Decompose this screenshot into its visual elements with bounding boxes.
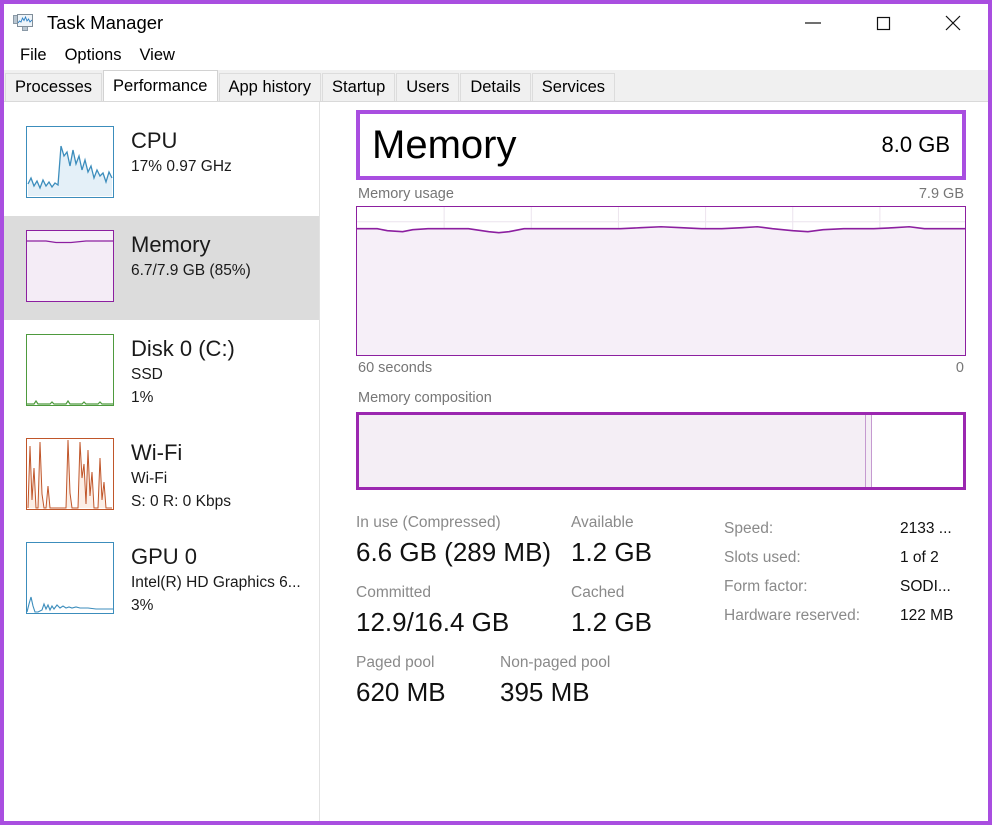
stat-paged-pool: Paged pool 620 MB bbox=[356, 652, 500, 710]
task-manager-icon bbox=[13, 13, 35, 33]
maximize-icon[interactable] bbox=[848, 4, 918, 41]
sidebar-item-wifi-sub2: S: 0 R: 0 Kbps bbox=[131, 493, 231, 510]
spec-form-factor-label: Form factor: bbox=[724, 578, 808, 595]
close-icon[interactable] bbox=[918, 4, 988, 41]
spec-speed-value: 2133 ... bbox=[900, 520, 952, 537]
sidebar-item-disk-0-title: Disk 0 (C:) bbox=[131, 336, 235, 361]
stat-non-paged-pool-value: 395 MB bbox=[500, 677, 590, 707]
sidebar-item-wifi-sub1: Wi-Fi bbox=[131, 470, 168, 487]
tab-strip: Processes Performance App history Startu… bbox=[4, 70, 988, 102]
title-bar: Task Manager bbox=[4, 4, 988, 41]
stat-row-2: Committed 12.9/16.4 GB Cached 1.2 GB bbox=[356, 582, 716, 640]
stat-row-1: In use (Compressed) 6.6 GB (289 MB) Avai… bbox=[356, 512, 716, 570]
spec-slots-used-value: 1 of 2 bbox=[900, 549, 939, 566]
menu-bar: File Options View bbox=[4, 41, 988, 70]
composition-segment-free[interactable] bbox=[872, 415, 963, 487]
stat-committed-label: Committed bbox=[356, 584, 431, 601]
tab-services[interactable]: Services bbox=[531, 73, 616, 101]
usage-graph-caption-left: Memory usage bbox=[358, 186, 454, 202]
memory-composition-bar[interactable] bbox=[356, 412, 966, 490]
tab-startup[interactable]: Startup bbox=[322, 73, 396, 101]
stat-in-use-value: 6.6 GB (289 MB) bbox=[356, 537, 552, 567]
sidebar-item-gpu-0-title: GPU 0 bbox=[131, 544, 198, 569]
task-manager-window: Task Manager File Options View Processes… bbox=[0, 0, 992, 825]
stat-non-paged-pool-label: Non-paged pool bbox=[500, 654, 611, 671]
stat-paged-pool-label: Paged pool bbox=[356, 654, 435, 671]
page-title: Memory bbox=[372, 123, 517, 167]
tab-processes[interactable]: Processes bbox=[5, 73, 103, 101]
memory-composition-caption: Memory composition bbox=[358, 390, 492, 406]
menu-item-file[interactable]: File bbox=[11, 44, 56, 67]
tab-users[interactable]: Users bbox=[396, 73, 460, 101]
sidebar-item-disk-0-sub2: 1% bbox=[131, 389, 154, 406]
usage-graph-caption: Memory usage 7.9 GB bbox=[356, 180, 966, 206]
stat-committed-value: 12.9/16.4 GB bbox=[356, 607, 510, 637]
sidebar-item-disk-0[interactable]: Disk 0 (C:) SSD 1% bbox=[4, 320, 319, 424]
sidebar-item-gpu-0-sub1: Intel(R) HD Graphics 6... bbox=[131, 574, 301, 591]
stat-cached-value: 1.2 GB bbox=[571, 607, 652, 637]
usage-graph-footer: 60 seconds 0 bbox=[356, 356, 966, 376]
spec-speed: Speed: 2133 ... bbox=[724, 514, 953, 543]
window-title: Task Manager bbox=[47, 11, 164, 33]
performance-content: CPU 17% 0.97 GHz Memory 6.7/7.9 GB (85%) bbox=[4, 102, 988, 821]
usage-graph-time-span: 60 seconds bbox=[358, 360, 433, 376]
spec-hardware-reserved-value: 122 MB bbox=[900, 607, 954, 624]
sidebar-item-wifi-title: Wi-Fi bbox=[131, 440, 183, 465]
spec-slots-used: Slots used: 1 of 2 bbox=[724, 543, 953, 572]
memory-specs: Speed: 2133 ... Slots used: 1 of 2 Form … bbox=[724, 512, 953, 722]
stat-cached-label: Cached bbox=[571, 584, 625, 601]
memory-header-highlight: Memory 8.0 GB bbox=[356, 110, 966, 180]
usage-graph-caption-right: 7.9 GB bbox=[918, 186, 964, 202]
stat-available-value: 1.2 GB bbox=[571, 537, 652, 567]
memory-stats-left: In use (Compressed) 6.6 GB (289 MB) Avai… bbox=[356, 512, 716, 722]
spec-slots-used-label: Slots used: bbox=[724, 549, 801, 566]
stat-paged-pool-value: 620 MB bbox=[356, 677, 446, 707]
memory-sparkline-icon bbox=[26, 230, 114, 302]
stat-available-label: Available bbox=[571, 514, 634, 531]
tab-app-history[interactable]: App history bbox=[218, 73, 322, 101]
menu-item-view[interactable]: View bbox=[130, 44, 183, 67]
memory-stats: In use (Compressed) 6.6 GB (289 MB) Avai… bbox=[356, 512, 966, 722]
resource-sidebar: CPU 17% 0.97 GHz Memory 6.7/7.9 GB (85%) bbox=[4, 102, 320, 821]
sidebar-item-cpu-title: CPU bbox=[131, 128, 178, 153]
spec-form-factor: Form factor: SODI... bbox=[724, 572, 953, 601]
spec-form-factor-value: SODI... bbox=[900, 578, 951, 595]
window-controls bbox=[778, 4, 988, 41]
stat-available: Available 1.2 GB bbox=[571, 512, 652, 570]
gpu-sparkline-icon bbox=[26, 542, 114, 614]
disk-sparkline-icon bbox=[26, 334, 114, 406]
spec-hardware-reserved: Hardware reserved: 122 MB bbox=[724, 601, 953, 630]
sidebar-item-cpu[interactable]: CPU 17% 0.97 GHz bbox=[4, 112, 319, 216]
stat-non-paged-pool: Non-paged pool 395 MB bbox=[500, 652, 610, 710]
sidebar-item-cpu-sub: 17% 0.97 GHz bbox=[131, 158, 232, 175]
tab-details[interactable]: Details bbox=[460, 73, 531, 101]
sidebar-item-disk-0-sub1: SSD bbox=[131, 366, 163, 383]
tab-performance[interactable]: Performance bbox=[103, 70, 218, 101]
sidebar-item-wifi[interactable]: Wi-Fi Wi-Fi S: 0 R: 0 Kbps bbox=[4, 424, 319, 528]
minimize-icon[interactable] bbox=[778, 4, 848, 41]
stat-committed: Committed 12.9/16.4 GB bbox=[356, 582, 571, 640]
sidebar-item-memory-sub: 6.7/7.9 GB (85%) bbox=[131, 262, 251, 279]
stat-in-use-label: In use (Compressed) bbox=[356, 514, 501, 531]
stat-cached: Cached 1.2 GB bbox=[571, 582, 652, 640]
stat-row-3: Paged pool 620 MB Non-paged pool 395 MB bbox=[356, 652, 716, 710]
stat-in-use: In use (Compressed) 6.6 GB (289 MB) bbox=[356, 512, 571, 570]
sidebar-item-memory[interactable]: Memory 6.7/7.9 GB (85%) bbox=[4, 216, 319, 320]
memory-usage-graph[interactable] bbox=[356, 206, 966, 356]
spec-speed-label: Speed: bbox=[724, 520, 774, 537]
sidebar-item-gpu-0[interactable]: GPU 0 Intel(R) HD Graphics 6... 3% bbox=[4, 528, 319, 632]
memory-detail-panel: Memory 8.0 GB Memory usage 7.9 GB 60 sec… bbox=[320, 102, 988, 821]
spec-hardware-reserved-label: Hardware reserved: bbox=[724, 607, 861, 624]
cpu-sparkline-icon bbox=[26, 126, 114, 198]
composition-segment-in-use[interactable] bbox=[359, 415, 867, 487]
menu-item-options[interactable]: Options bbox=[56, 44, 131, 67]
sidebar-item-memory-title: Memory bbox=[131, 232, 211, 257]
wifi-sparkline-icon bbox=[26, 438, 114, 510]
usage-graph-time-zero: 0 bbox=[955, 360, 964, 376]
memory-total-value: 8.0 GB bbox=[881, 132, 950, 157]
sidebar-item-gpu-0-sub2: 3% bbox=[131, 597, 154, 614]
memory-usage-chart bbox=[357, 207, 965, 355]
